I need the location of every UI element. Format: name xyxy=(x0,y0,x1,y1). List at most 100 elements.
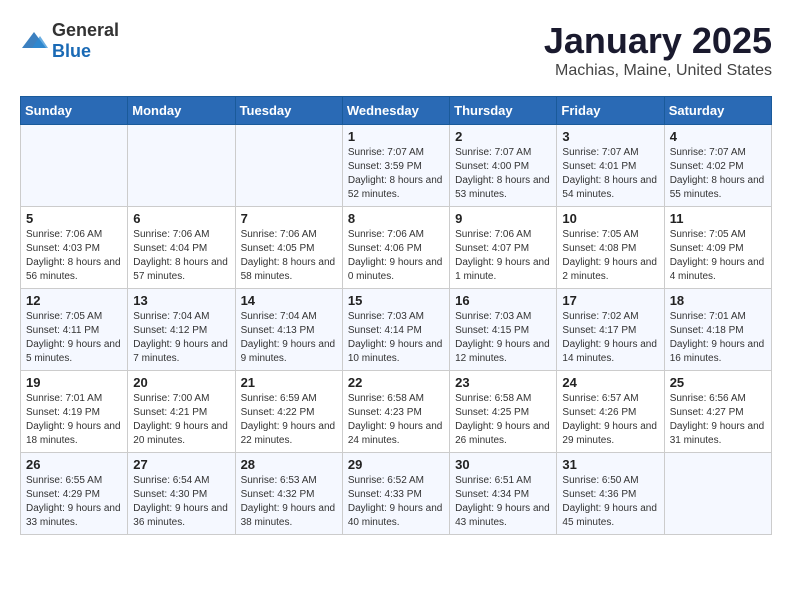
day-number: 20 xyxy=(133,375,229,390)
calendar-cell: 24 Sunrise: 6:57 AM Sunset: 4:26 PM Dayli… xyxy=(557,371,664,453)
day-number: 5 xyxy=(26,211,122,226)
day-number: 24 xyxy=(562,375,658,390)
day-number: 1 xyxy=(348,129,444,144)
month-title: January 2025 xyxy=(544,20,772,62)
cell-content: Sunrise: 7:07 AM Sunset: 4:01 PM Dayligh… xyxy=(562,146,658,202)
day-number: 26 xyxy=(26,457,122,472)
calendar-cell: 5Sunrise: 7:06 AM Sunset: 4:03 PM Daylig… xyxy=(21,207,128,289)
day-number: 11 xyxy=(670,211,766,226)
calendar-cell: 7 Sunrise: 7:06 AM Sunset: 4:05 PM Daylig… xyxy=(235,207,342,289)
day-number: 8 xyxy=(348,211,444,226)
calendar-cell xyxy=(21,125,128,207)
weekday-header-row: SundayMondayTuesdayWednesdayThursdayFrid… xyxy=(21,97,772,125)
day-number: 28 xyxy=(241,457,337,472)
calendar-cell: 17 Sunrise: 7:02 AM Sunset: 4:17 PM Dayli… xyxy=(557,289,664,371)
weekday-tuesday: Tuesday xyxy=(235,97,342,125)
week-row-3: 12Sunrise: 7:05 AM Sunset: 4:11 PM Dayli… xyxy=(21,289,772,371)
calendar-cell: 26 Sunrise: 6:55 AM Sunset: 4:29 PM Dayli… xyxy=(21,453,128,535)
day-number: 16 xyxy=(455,293,551,308)
calendar-cell: 18 Sunrise: 7:01 AM Sunset: 4:18 PM Dayli… xyxy=(664,289,771,371)
day-number: 6 xyxy=(133,211,229,226)
cell-content: Sunrise: 6:58 AM Sunset: 4:25 PM Dayligh… xyxy=(455,392,551,448)
cell-content: Sunrise: 6:55 AM Sunset: 4:29 PM Dayligh… xyxy=(26,474,122,530)
calendar-cell: 27 Sunrise: 6:54 AM Sunset: 4:30 PM Dayli… xyxy=(128,453,235,535)
day-number: 14 xyxy=(241,293,337,308)
logo: General Blue xyxy=(20,20,119,62)
cell-content: Sunrise: 6:51 AM Sunset: 4:34 PM Dayligh… xyxy=(455,474,551,530)
cell-content: Sunrise: 6:56 AM Sunset: 4:27 PM Dayligh… xyxy=(670,392,766,448)
calendar-cell: 14 Sunrise: 7:04 AM Sunset: 4:13 PM Dayli… xyxy=(235,289,342,371)
cell-content: Sunrise: 7:05 AM Sunset: 4:11 PM Dayligh… xyxy=(26,310,122,366)
cell-content: Sunrise: 7:06 AM Sunset: 4:04 PM Dayligh… xyxy=(133,228,229,284)
cell-content: Sunrise: 7:03 AM Sunset: 4:14 PM Dayligh… xyxy=(348,310,444,366)
calendar-cell: 4Sunrise: 7:07 AM Sunset: 4:02 PM Daylig… xyxy=(664,125,771,207)
day-number: 10 xyxy=(562,211,658,226)
day-number: 31 xyxy=(562,457,658,472)
cell-content: Sunrise: 7:06 AM Sunset: 4:05 PM Dayligh… xyxy=(241,228,337,284)
calendar-cell xyxy=(235,125,342,207)
cell-content: Sunrise: 7:05 AM Sunset: 4:08 PM Dayligh… xyxy=(562,228,658,284)
cell-content: Sunrise: 6:50 AM Sunset: 4:36 PM Dayligh… xyxy=(562,474,658,530)
calendar-cell: 30 Sunrise: 6:51 AM Sunset: 4:34 PM Dayli… xyxy=(450,453,557,535)
day-number: 19 xyxy=(26,375,122,390)
day-number: 7 xyxy=(241,211,337,226)
calendar-cell: 16 Sunrise: 7:03 AM Sunset: 4:15 PM Dayli… xyxy=(450,289,557,371)
location-title: Machias, Maine, United States xyxy=(544,62,772,80)
weekday-saturday: Saturday xyxy=(664,97,771,125)
weekday-friday: Friday xyxy=(557,97,664,125)
cell-content: Sunrise: 7:03 AM Sunset: 4:15 PM Dayligh… xyxy=(455,310,551,366)
weekday-monday: Monday xyxy=(128,97,235,125)
day-number: 18 xyxy=(670,293,766,308)
cell-content: Sunrise: 7:04 AM Sunset: 4:12 PM Dayligh… xyxy=(133,310,229,366)
week-row-2: 5Sunrise: 7:06 AM Sunset: 4:03 PM Daylig… xyxy=(21,207,772,289)
weekday-wednesday: Wednesday xyxy=(342,97,449,125)
logo-text: General Blue xyxy=(52,20,119,62)
cell-content: Sunrise: 6:59 AM Sunset: 4:22 PM Dayligh… xyxy=(241,392,337,448)
calendar-cell: 20Sunrise: 7:00 AM Sunset: 4:21 PM Dayli… xyxy=(128,371,235,453)
calendar-cell: 9 Sunrise: 7:06 AM Sunset: 4:07 PM Daylig… xyxy=(450,207,557,289)
calendar-cell: 25Sunrise: 6:56 AM Sunset: 4:27 PM Dayli… xyxy=(664,371,771,453)
cell-content: Sunrise: 7:07 AM Sunset: 3:59 PM Dayligh… xyxy=(348,146,444,202)
cell-content: Sunrise: 7:05 AM Sunset: 4:09 PM Dayligh… xyxy=(670,228,766,284)
day-number: 15 xyxy=(348,293,444,308)
calendar-cell: 3 Sunrise: 7:07 AM Sunset: 4:01 PM Daylig… xyxy=(557,125,664,207)
calendar-cell: 19Sunrise: 7:01 AM Sunset: 4:19 PM Dayli… xyxy=(21,371,128,453)
calendar-cell: 1 Sunrise: 7:07 AM Sunset: 3:59 PM Daylig… xyxy=(342,125,449,207)
calendar-cell: 29 Sunrise: 6:52 AM Sunset: 4:33 PM Dayli… xyxy=(342,453,449,535)
calendar-table: SundayMondayTuesdayWednesdayThursdayFrid… xyxy=(20,96,772,535)
day-number: 21 xyxy=(241,375,337,390)
cell-content: Sunrise: 7:04 AM Sunset: 4:13 PM Dayligh… xyxy=(241,310,337,366)
cell-content: Sunrise: 7:07 AM Sunset: 4:02 PM Dayligh… xyxy=(670,146,766,202)
cell-content: Sunrise: 7:07 AM Sunset: 4:00 PM Dayligh… xyxy=(455,146,551,202)
cell-content: Sunrise: 7:06 AM Sunset: 4:07 PM Dayligh… xyxy=(455,228,551,284)
calendar-header: SundayMondayTuesdayWednesdayThursdayFrid… xyxy=(21,97,772,125)
week-row-4: 19Sunrise: 7:01 AM Sunset: 4:19 PM Dayli… xyxy=(21,371,772,453)
day-number: 3 xyxy=(562,129,658,144)
calendar-cell: 11 Sunrise: 7:05 AM Sunset: 4:09 PM Dayli… xyxy=(664,207,771,289)
cell-content: Sunrise: 7:01 AM Sunset: 4:18 PM Dayligh… xyxy=(670,310,766,366)
day-number: 22 xyxy=(348,375,444,390)
day-number: 29 xyxy=(348,457,444,472)
calendar-cell: 31 Sunrise: 6:50 AM Sunset: 4:36 PM Dayli… xyxy=(557,453,664,535)
cell-content: Sunrise: 6:54 AM Sunset: 4:30 PM Dayligh… xyxy=(133,474,229,530)
calendar-cell xyxy=(128,125,235,207)
calendar-cell: 2Sunrise: 7:07 AM Sunset: 4:00 PM Daylig… xyxy=(450,125,557,207)
cell-content: Sunrise: 6:53 AM Sunset: 4:32 PM Dayligh… xyxy=(241,474,337,530)
logo-blue: Blue xyxy=(52,41,91,61)
cell-content: Sunrise: 7:02 AM Sunset: 4:17 PM Dayligh… xyxy=(562,310,658,366)
week-row-1: 1 Sunrise: 7:07 AM Sunset: 3:59 PM Daylig… xyxy=(21,125,772,207)
calendar-cell: 6 Sunrise: 7:06 AM Sunset: 4:04 PM Daylig… xyxy=(128,207,235,289)
calendar-cell xyxy=(664,453,771,535)
day-number: 17 xyxy=(562,293,658,308)
day-number: 30 xyxy=(455,457,551,472)
day-number: 9 xyxy=(455,211,551,226)
title-block: January 2025 Machias, Maine, United Stat… xyxy=(544,20,772,80)
weekday-sunday: Sunday xyxy=(21,97,128,125)
weekday-thursday: Thursday xyxy=(450,97,557,125)
cell-content: Sunrise: 6:52 AM Sunset: 4:33 PM Dayligh… xyxy=(348,474,444,530)
logo-icon xyxy=(20,30,48,52)
day-number: 23 xyxy=(455,375,551,390)
calendar-cell: 10 Sunrise: 7:05 AM Sunset: 4:08 PM Dayli… xyxy=(557,207,664,289)
cell-content: Sunrise: 6:57 AM Sunset: 4:26 PM Dayligh… xyxy=(562,392,658,448)
day-number: 27 xyxy=(133,457,229,472)
